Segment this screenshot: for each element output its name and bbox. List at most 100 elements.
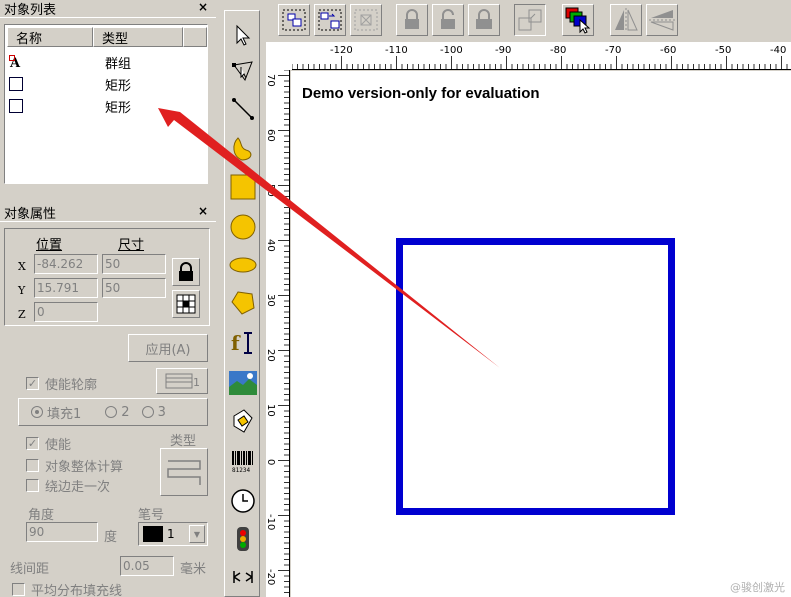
delay-tool[interactable] xyxy=(227,561,259,593)
chevron-down-icon[interactable]: ▼ xyxy=(189,525,205,543)
line-spacing-field[interactable]: 0.05 xyxy=(120,556,174,576)
line-spacing-label: 线间距 xyxy=(10,562,50,577)
ruler-label: 70 xyxy=(266,74,276,87)
angle-field[interactable]: 90 xyxy=(26,522,98,542)
size-label: 尺寸 xyxy=(118,238,145,253)
fill2-label: 2 xyxy=(121,404,130,420)
type-label: 类型 xyxy=(170,434,197,449)
list-item[interactable]: 矩形 xyxy=(9,95,209,117)
fill-tabs: 填充1 2 3 xyxy=(18,398,208,426)
ellipse-icon xyxy=(229,257,257,273)
mirror-horizontal-icon xyxy=(615,8,638,32)
select-tool[interactable] xyxy=(227,19,259,51)
unlock-all-button[interactable] xyxy=(468,4,500,36)
bitmap-tool[interactable] xyxy=(227,367,259,399)
list-item-type: 矩形 xyxy=(105,78,132,94)
text-icon: f xyxy=(231,331,252,355)
ruler-label: -120 xyxy=(330,45,353,56)
rectangle-icon xyxy=(9,99,23,113)
image-icon xyxy=(229,371,257,395)
unlock-icon xyxy=(441,9,455,29)
whole-calc-checkbox[interactable]: 对象整体计算 xyxy=(26,456,123,475)
drawing-toolbar: f 81234 xyxy=(224,10,260,597)
lock-button[interactable] xyxy=(396,4,428,36)
z-position-field[interactable]: 0 xyxy=(34,302,98,322)
text-tool[interactable]: f xyxy=(227,327,259,359)
pointer-arrow-icon xyxy=(236,24,251,46)
enable-outline-checkbox[interactable]: ✓ 使能轮廓 xyxy=(26,374,97,393)
object-list-close-button[interactable]: × xyxy=(198,0,208,14)
ruler-label: 20 xyxy=(266,349,276,362)
curve-icon xyxy=(233,137,252,161)
anchor-grid-button[interactable] xyxy=(172,290,200,318)
y-position-field[interactable]: 15.791 xyxy=(34,278,98,298)
delay-icon xyxy=(233,571,253,583)
layer-order-button[interactable] xyxy=(562,4,594,36)
align-button[interactable] xyxy=(514,4,546,36)
ruler-label: -70 xyxy=(605,45,621,56)
column-header-type[interactable]: 类型 xyxy=(93,27,183,47)
timer-tool[interactable] xyxy=(227,485,259,517)
ruler-label: -110 xyxy=(385,45,408,56)
barcode-tool[interactable]: 81234 xyxy=(227,445,259,477)
fill3-radio[interactable]: 3 xyxy=(141,404,166,420)
fill3-label: 3 xyxy=(157,404,166,420)
group-button[interactable] xyxy=(278,4,310,36)
position-label: 位置 xyxy=(36,238,63,253)
ruler-label: -100 xyxy=(440,45,463,56)
mirror-horizontal-button[interactable] xyxy=(610,4,642,36)
fill2-radio[interactable]: 2 xyxy=(105,404,130,420)
mm-unit: 毫米 xyxy=(180,562,207,577)
rectangle-shape[interactable] xyxy=(396,238,675,515)
x-position-field[interactable]: -84.262 xyxy=(34,254,98,274)
enable-checkbox[interactable]: ✓ 使能 xyxy=(26,434,71,453)
demo-notice: Demo version-only for evaluation xyxy=(302,85,540,102)
apply-button[interactable]: 应用(A) xyxy=(128,334,208,362)
ruler-label: 50 xyxy=(266,184,276,197)
column-header-filler xyxy=(183,27,207,47)
rectangle-tool[interactable] xyxy=(227,171,259,203)
rectangle-icon xyxy=(9,77,23,91)
even-fill-checkbox[interactable]: 平均分布填充线 xyxy=(12,580,122,597)
curve-tool[interactable] xyxy=(227,133,259,165)
unlock-button[interactable] xyxy=(432,4,464,36)
vector-file-icon xyxy=(233,409,253,433)
rectangle-icon xyxy=(230,174,256,200)
ellipse-tool[interactable] xyxy=(227,249,259,281)
node-edit-tool[interactable] xyxy=(227,55,259,87)
barcode-icon: 81234 xyxy=(232,451,253,473)
list-item[interactable]: A 群组 xyxy=(9,51,209,73)
combine-button[interactable] xyxy=(350,4,382,36)
circle-tool[interactable] xyxy=(227,211,259,243)
list-item[interactable]: 矩形 xyxy=(9,73,209,95)
io-input-tool[interactable] xyxy=(227,523,259,555)
checkbox-box: ✓ xyxy=(26,377,39,390)
ruler-label: 60 xyxy=(266,129,276,142)
width-field[interactable]: 50 xyxy=(102,254,166,274)
anchor-grid-icon xyxy=(176,294,196,314)
edge-once-label: 绕边走一次 xyxy=(45,480,111,495)
group-icon: A xyxy=(9,55,21,69)
pen-select[interactable]: 1 ▼ xyxy=(138,522,208,546)
height-field[interactable]: 50 xyxy=(102,278,166,298)
layers-icon xyxy=(565,7,591,34)
vector-file-tool[interactable] xyxy=(227,405,259,437)
ungroup-button[interactable] xyxy=(314,4,346,36)
properties-close-button[interactable]: × xyxy=(198,204,208,218)
horizontal-ruler[interactable]: -120 -110 -100 -90 -80 -70 -60 -50 -40 xyxy=(292,42,791,70)
pen-label: 笔号 xyxy=(138,508,165,523)
vertical-ruler[interactable]: 70 60 50 40 30 20 10 0 -10 -20 xyxy=(266,70,290,597)
edge-once-checkbox[interactable]: 绕边走一次 xyxy=(26,476,110,495)
fill-type-button[interactable] xyxy=(160,448,208,496)
line-tool[interactable] xyxy=(227,93,259,125)
mirror-vertical-button[interactable] xyxy=(646,4,678,36)
object-list[interactable]: 名称 类型 A 群组 矩形 矩形 xyxy=(4,24,208,184)
lock-ratio-button[interactable] xyxy=(172,258,200,286)
traffic-light-icon xyxy=(237,527,249,551)
list-item-type: 矩形 xyxy=(105,100,132,116)
group-icon xyxy=(282,9,306,31)
column-header-name[interactable]: 名称 xyxy=(7,27,93,47)
polygon-tool[interactable] xyxy=(227,287,259,319)
outline-settings-button[interactable]: 1 xyxy=(156,368,208,394)
fill1-radio[interactable]: 填充1 xyxy=(31,403,81,422)
